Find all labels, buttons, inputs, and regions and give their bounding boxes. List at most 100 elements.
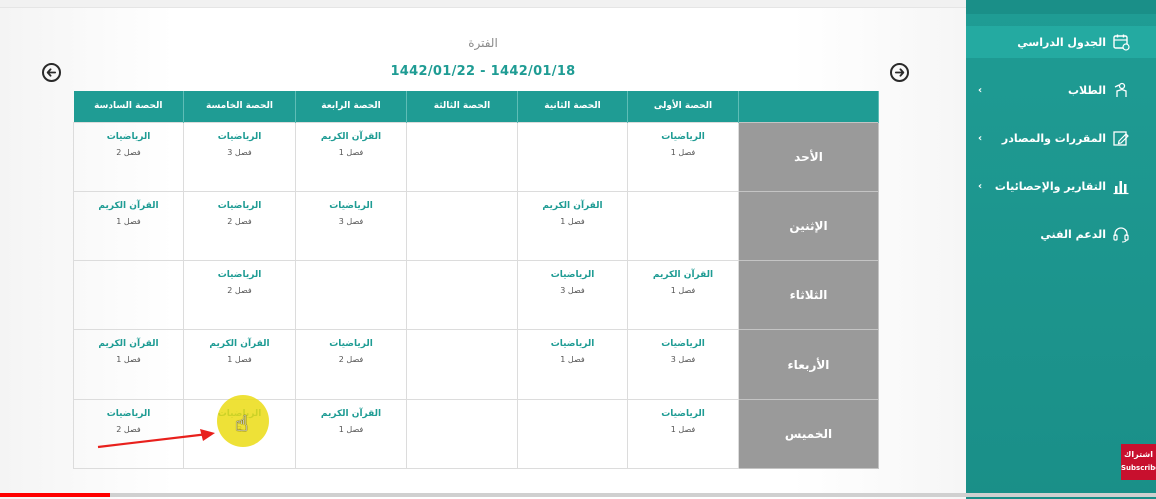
cell-class: فصل 1 [560, 355, 585, 365]
hand-cursor-icon: ☝ [235, 412, 249, 437]
schedule-table: الحصة السادسة الحصة الخامسة الحصة الرابع… [73, 91, 879, 470]
table-row: القرآن الكريم فصل 1 الرياضيات فصل 2 الرياضيا… [73, 190, 879, 262]
chevron-left-icon: ‹ [978, 180, 983, 192]
cell-class: فصل 2 [227, 286, 252, 296]
cell-subject: الرياضيات [661, 339, 705, 350]
day-label: الإثنين [738, 190, 879, 262]
schedule-cell[interactable]: الرياضيات فصل 3 [627, 329, 739, 400]
cell-subject: الرياضيات [106, 408, 151, 419]
schedule-cell[interactable]: القرآن الكريم فصل 1 [73, 329, 184, 400]
day-label: الأربعاء [738, 329, 879, 400]
schedule-cell [517, 121, 628, 192]
header-period-2: الحصة الثانية [517, 91, 628, 122]
cell-class: فصل 1 [338, 147, 364, 157]
next-period-button[interactable] [890, 63, 909, 82]
previous-period-button[interactable] [42, 63, 61, 82]
schedule-cell[interactable]: الرياضيات فصل 2 [295, 329, 407, 400]
bar-chart-icon [1112, 177, 1130, 195]
schedule-cell[interactable]: الرياضيات فصل 1 [627, 398, 739, 470]
header-period-4: الحصة الرابعة [295, 91, 407, 122]
cell-class: فصل 3 [227, 147, 252, 157]
cell-class: فصل 1 [116, 216, 141, 226]
cell-subject: الرياضيات [217, 270, 262, 281]
schedule-cell[interactable]: القرآن الكريم فصل 1 [295, 121, 407, 192]
header-period-1: الحصة الأولى [627, 91, 739, 122]
schedule-cell [627, 190, 739, 262]
cell-subject: الرياضيات [550, 270, 595, 281]
cell-subject: الرياضيات [106, 131, 151, 142]
schedule-cell[interactable]: الرياضيات فصل 3 [183, 121, 296, 192]
cell-subject: القرآن الكريم [98, 339, 159, 350]
sidebar-item-courses[interactable]: المقررات والمصادر ‹ [966, 122, 1156, 154]
cell-class: فصل 2 [338, 355, 364, 365]
cell-subject: القرآن الكريم [652, 270, 714, 281]
sidebar: الجدول الدراسي الطلاب ‹ المقررات والمصاد… [966, 0, 1156, 499]
schedule-cell [406, 398, 518, 470]
sidebar-item-support[interactable]: الدعم الفني [966, 218, 1156, 250]
schedule-cell[interactable]: القرآن الكريم فصل 1 [517, 190, 628, 262]
arrow-right-icon [894, 68, 905, 77]
schedule-cell[interactable]: القرآن الكريم فصل 1 [295, 398, 407, 470]
schedule-cell[interactable]: القرآن الكريم فصل 1 [183, 329, 296, 400]
subscribe-button[interactable]: اشتراك Subscribe [1121, 444, 1156, 480]
header-period-5: الحصة الخامسة [183, 91, 296, 122]
schedule-cell [406, 121, 518, 192]
cell-class: فصل 1 [670, 286, 696, 296]
app-screen: الفترة 1442/01/22 - 1442/01/18 الحصة الس… [0, 0, 1156, 499]
cell-subject: القرآن الكريم [98, 200, 159, 211]
day-label: الثلاثاء [738, 260, 879, 331]
schedule-cell [406, 190, 518, 262]
table-row: الرياضيات فصل 2 الرياضيات فصل 3 القرآن الكري… [73, 121, 879, 192]
chevron-left-icon: ‹ [978, 132, 983, 144]
schedule-cell[interactable]: الرياضيات فصل 2 [183, 190, 296, 262]
schedule-cell[interactable]: الرياضيات فصل 1 [517, 329, 628, 400]
schedule-cell[interactable]: الرياضيات فصل 1 [627, 121, 739, 192]
sidebar-item-label: المقررات والمصادر [1001, 131, 1106, 145]
schedule-cell [406, 329, 518, 400]
schedule-cell [73, 260, 184, 331]
video-progress-track[interactable] [0, 493, 1156, 497]
cell-class: فصل 1 [560, 216, 585, 226]
cell-class: فصل 1 [116, 355, 141, 365]
cell-class: فصل 2 [116, 147, 141, 157]
cell-subject: القرآن الكريم [320, 131, 382, 142]
cell-subject: الرياضيات [661, 408, 705, 419]
schedule-cell[interactable]: الرياضيات فصل 3 [295, 190, 407, 262]
sidebar-item-label: الجدول الدراسي [1017, 35, 1106, 49]
cell-class: فصل 1 [670, 424, 696, 434]
sidebar-item-label: الطلاب [1067, 83, 1106, 97]
table-row: القرآن الكريم فصل 1 القرآن الكريم فصل 1 الري… [73, 329, 879, 400]
schedule-cell[interactable]: الرياضيات فصل 2 [73, 121, 184, 192]
video-progress-fill [0, 493, 110, 497]
schedule-cell[interactable]: القرآن الكريم فصل 1 [73, 190, 184, 262]
cell-subject: القرآن الكريم [209, 339, 270, 350]
day-label: الخميس [738, 398, 879, 470]
cell-class: فصل 1 [670, 147, 696, 157]
calendar-icon [1112, 33, 1130, 51]
sidebar-item-label: التقارير والإحصائيات [994, 179, 1106, 193]
cell-class: فصل 1 [338, 424, 364, 434]
sidebar-top-strip [966, 0, 1156, 14]
schedule-cell[interactable]: الرياضيات فصل 2 [183, 260, 296, 331]
top-bar [0, 0, 966, 8]
sidebar-item-reports[interactable]: التقارير والإحصائيات ‹ [966, 170, 1156, 202]
cell-subject: الرياضيات [550, 339, 595, 350]
sidebar-item-students[interactable]: الطلاب ‹ [966, 74, 1156, 106]
cell-subject: القرآن الكريم [542, 200, 603, 211]
cell-class: فصل 3 [338, 216, 364, 226]
cell-class: فصل 3 [670, 355, 696, 365]
cell-class: فصل 1 [227, 355, 252, 365]
cell-subject: القرآن الكريم [320, 408, 382, 419]
annotation-arrow [97, 429, 215, 449]
subscribe-label-en: Subscribe [1121, 464, 1156, 472]
header-period-3: الحصة الثالثة [406, 91, 518, 122]
header-period-6: الحصة السادسة [73, 91, 184, 122]
header-corner [738, 91, 879, 122]
schedule-cell [295, 260, 407, 331]
subscribe-label-ar: اشتراك [1124, 450, 1153, 459]
cell-subject: الرياضيات [329, 200, 373, 211]
student-icon [1112, 81, 1130, 99]
schedule-cell[interactable]: القرآن الكريم فصل 1 [627, 260, 739, 331]
sidebar-item-schedule[interactable]: الجدول الدراسي [966, 26, 1156, 58]
schedule-cell[interactable]: الرياضيات فصل 3 [517, 260, 628, 331]
